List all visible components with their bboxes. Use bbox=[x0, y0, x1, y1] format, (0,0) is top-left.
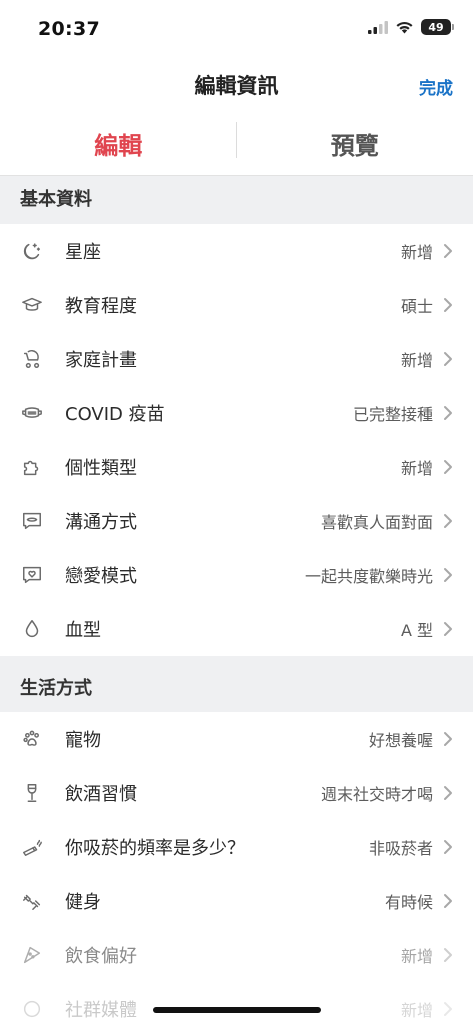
section-header-basic: 基本資料 bbox=[0, 176, 473, 224]
graduation-cap-icon bbox=[20, 293, 44, 317]
battery-indicator: 49 bbox=[421, 19, 454, 35]
row-label: 個性類型 bbox=[65, 458, 137, 479]
drop-icon bbox=[20, 617, 44, 641]
moon-stars-icon bbox=[20, 239, 44, 263]
row-value: 週末社交時才喝 bbox=[320, 785, 433, 804]
row-label: 飲酒習慣 bbox=[65, 784, 137, 805]
chevron-right-icon bbox=[443, 839, 453, 855]
done-button[interactable]: 完成 bbox=[419, 74, 453, 99]
chevron-right-icon bbox=[443, 351, 453, 367]
pizza-icon bbox=[20, 943, 44, 967]
nav-bar: 編輯資訊 完成 bbox=[0, 60, 473, 112]
row-value: 非吸菸者 bbox=[368, 839, 433, 858]
row-value: 喜歡真人面對面 bbox=[320, 513, 433, 532]
row-value: 有時候 bbox=[384, 893, 433, 912]
row-label: 溝通方式 bbox=[65, 512, 137, 533]
baby-stroller-icon bbox=[20, 347, 44, 371]
list-item-workout[interactable]: 健身 有時候 bbox=[0, 874, 473, 928]
row-label: 家庭計畫 bbox=[65, 350, 137, 371]
row-value: 新增 bbox=[400, 351, 433, 370]
row-label: 你吸菸的頻率是多少？ bbox=[65, 838, 245, 859]
list-item-education[interactable]: 教育程度 碩士 bbox=[0, 278, 473, 332]
chevron-right-icon bbox=[443, 947, 453, 963]
row-value: A 型 bbox=[400, 621, 433, 640]
paw-icon bbox=[20, 727, 44, 751]
tab-divider bbox=[236, 122, 237, 158]
section-header-lifestyle: 生活方式 bbox=[0, 656, 473, 712]
list-item-diet[interactable]: 飲食偏好 新增 bbox=[0, 928, 473, 982]
list-item-love-style[interactable]: 戀愛模式 一起共度歡樂時光 bbox=[0, 548, 473, 602]
chevron-right-icon bbox=[443, 405, 453, 421]
wine-glass-icon bbox=[20, 781, 44, 805]
list-item-pets[interactable]: 寵物 好想養喔 bbox=[0, 712, 473, 766]
row-label: 血型 bbox=[65, 620, 101, 641]
list-item-family-plan[interactable]: 家庭計畫 新增 bbox=[0, 332, 473, 386]
row-label: 星座 bbox=[65, 242, 101, 263]
tab-edit[interactable]: 編輯 bbox=[0, 112, 237, 175]
tab-bar: 編輯 預覽 bbox=[0, 112, 473, 176]
row-label: 寵物 bbox=[65, 730, 101, 751]
face-mask-icon bbox=[20, 401, 44, 425]
list-item-social-media[interactable]: 社群媒體 新增 bbox=[0, 982, 473, 1024]
row-value: 新增 bbox=[400, 947, 433, 966]
status-time: 20:37 bbox=[38, 18, 100, 40]
row-label: 教育程度 bbox=[65, 296, 137, 317]
signal-icon bbox=[368, 20, 388, 34]
chevron-right-icon bbox=[443, 297, 453, 313]
status-icons: 49 bbox=[368, 19, 454, 35]
list-item-zodiac[interactable]: 星座 新增 bbox=[0, 224, 473, 278]
row-value: 新增 bbox=[400, 1001, 433, 1020]
row-value: 好想養喔 bbox=[368, 731, 433, 750]
status-bar: 20:37 49 bbox=[0, 0, 473, 60]
list-item-blood-type[interactable]: 血型 A 型 bbox=[0, 602, 473, 656]
dumbbell-icon bbox=[20, 889, 44, 913]
wifi-icon bbox=[396, 22, 413, 34]
row-value: 已完整接種 bbox=[352, 405, 433, 424]
list-item-smoking[interactable]: 你吸菸的頻率是多少？ 非吸菸者 bbox=[0, 820, 473, 874]
row-value: 新增 bbox=[400, 459, 433, 478]
row-label: 飲食偏好 bbox=[65, 946, 137, 967]
chevron-right-icon bbox=[443, 513, 453, 529]
list-item-covid-vaccine[interactable]: COVID 疫苗 已完整接種 bbox=[0, 386, 473, 440]
chevron-right-icon bbox=[443, 785, 453, 801]
cigarette-icon bbox=[20, 835, 44, 859]
chevron-right-icon bbox=[443, 243, 453, 259]
row-label: 戀愛模式 bbox=[65, 566, 137, 587]
list-item-drinking[interactable]: 飲酒習慣 週末社交時才喝 bbox=[0, 766, 473, 820]
chevron-right-icon bbox=[443, 1001, 453, 1017]
chat-lips-icon bbox=[20, 509, 44, 533]
list-item-communication[interactable]: 溝通方式 喜歡真人面對面 bbox=[0, 494, 473, 548]
row-value: 碩士 bbox=[400, 297, 433, 316]
chevron-right-icon bbox=[443, 893, 453, 909]
chevron-right-icon bbox=[443, 621, 453, 637]
row-value: 新增 bbox=[400, 243, 433, 262]
chevron-right-icon bbox=[443, 459, 453, 475]
row-label: COVID 疫苗 bbox=[65, 404, 165, 425]
chat-heart-icon bbox=[20, 563, 44, 587]
row-label: 健身 bbox=[65, 892, 101, 913]
puzzle-icon bbox=[20, 455, 44, 479]
chevron-right-icon bbox=[443, 567, 453, 583]
row-value: 一起共度歡樂時光 bbox=[304, 567, 433, 586]
list-item-personality[interactable]: 個性類型 新增 bbox=[0, 440, 473, 494]
home-indicator[interactable] bbox=[153, 1007, 321, 1013]
tab-preview[interactable]: 預覽 bbox=[237, 112, 473, 175]
social-icon bbox=[20, 997, 44, 1021]
chevron-right-icon bbox=[443, 731, 453, 747]
page-title: 編輯資訊 bbox=[194, 74, 279, 98]
